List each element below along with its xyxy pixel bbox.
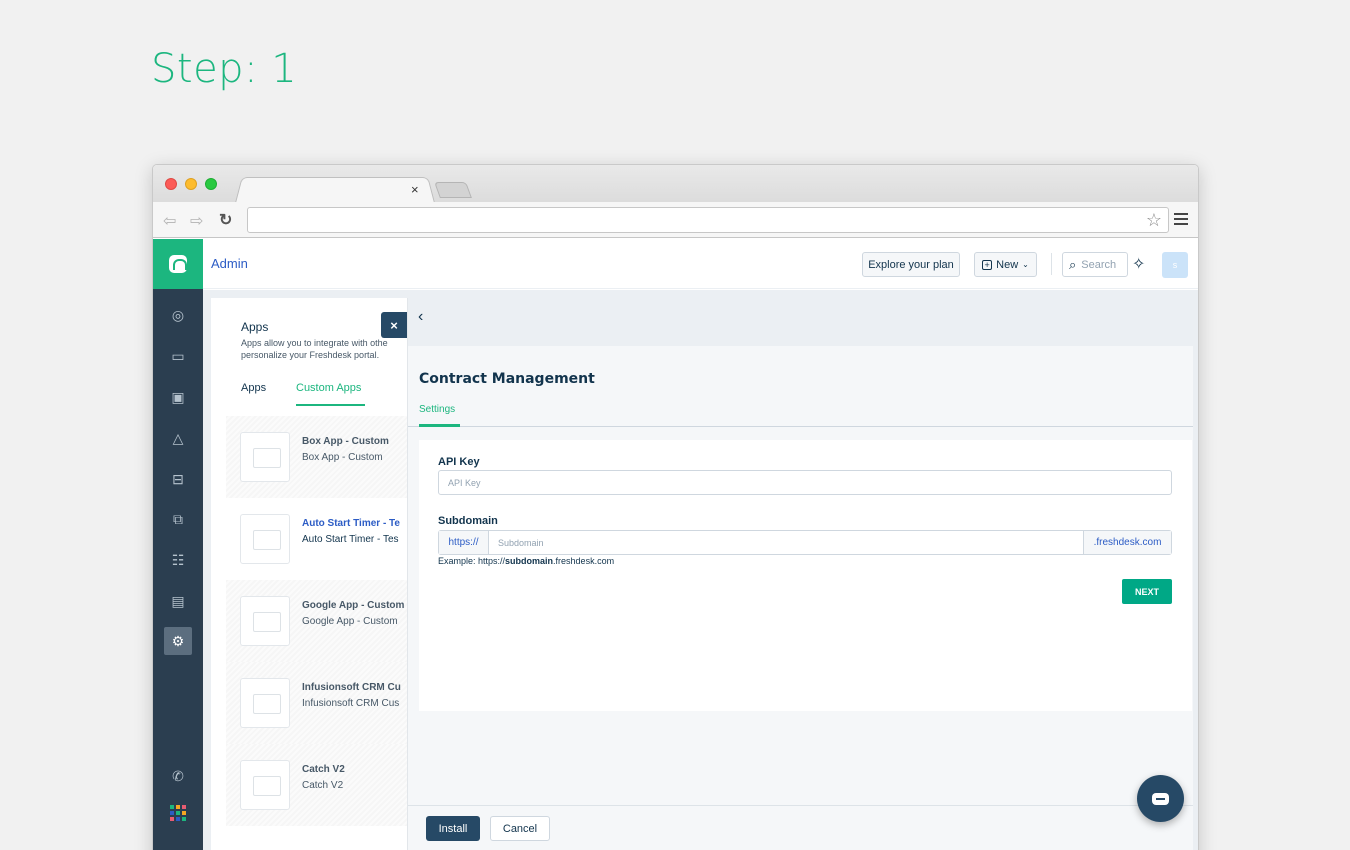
tab-custom-apps[interactable]: Custom Apps xyxy=(296,382,361,394)
subdomain-suffix: .freshdesk.com xyxy=(1083,531,1171,554)
step-title: Step: 1 xyxy=(151,46,298,92)
settings-form: API Key API Key Subdomain https:// Subdo… xyxy=(419,440,1192,711)
app-thumbnail-icon xyxy=(240,514,290,564)
search-icon: ⌕ xyxy=(1069,256,1077,272)
address-bar[interactable]: ☆ xyxy=(247,207,1169,233)
api-key-label: API Key xyxy=(438,456,480,468)
contacts-icon[interactable]: ▣ xyxy=(153,383,203,411)
list-item[interactable]: Catch V2 Catch V2 xyxy=(226,744,411,826)
app-subtitle: Infusionsoft CRM Cus xyxy=(302,698,400,709)
new-button-label: New xyxy=(996,258,1019,271)
subdomain-label: Subdomain xyxy=(438,515,498,527)
subdomain-prefix: https:// xyxy=(439,531,489,554)
browser-window: × ⇦ ⇨ ↻ ☆ ◎ ▭ ▣ △ ⊟ ⧉ ☷ ▤ ⚙ ✆ Admin Explore your … xyxy=(152,164,1199,850)
list-item[interactable]: Box App - Custom Box App - Custom xyxy=(226,416,411,498)
close-drawer-button[interactable]: × xyxy=(381,312,407,338)
example-prefix: Example: https:// xyxy=(438,556,506,566)
active-tab-indicator xyxy=(296,404,365,406)
solutions-book-icon[interactable]: ⊟ xyxy=(153,465,203,493)
chat-widget-button[interactable] xyxy=(1137,775,1184,822)
app-settings-drawer: ‹ Contract Management Settings API Key A… xyxy=(407,298,1193,850)
tab-settings[interactable]: Settings xyxy=(419,404,455,415)
app-name: Infusionsoft CRM Cu xyxy=(302,682,401,693)
list-item[interactable]: Infusionsoft CRM Cu Infusionsoft CRM Cus xyxy=(226,662,411,744)
drawer-footer-divider xyxy=(408,805,1193,806)
api-key-input[interactable]: API Key xyxy=(438,470,1172,495)
browser-titlebar: × xyxy=(153,165,1198,203)
app-name: Catch V2 xyxy=(302,764,345,775)
apps-title: Apps xyxy=(241,320,269,334)
api-key-placeholder: API Key xyxy=(448,477,481,488)
app-subtitle: Google App - Custom xyxy=(302,616,398,627)
apps-panel: Apps Apps allow you to integrate with ot… xyxy=(211,298,411,850)
header: Admin Explore your plan + New ⌄ ⌕ Search… xyxy=(203,239,1198,289)
chat-icon xyxy=(1152,792,1169,805)
browser-menu-icon[interactable] xyxy=(1174,213,1188,228)
search-placeholder: Search xyxy=(1081,258,1117,271)
ticket-icon[interactable]: ▭ xyxy=(153,342,203,370)
header-divider xyxy=(1051,253,1052,275)
subdomain-example: Example: https://subdomain.freshdesk.com xyxy=(438,556,614,566)
freshdesk-app: ◎ ▭ ▣ △ ⊟ ⧉ ☷ ▤ ⚙ ✆ Admin Explore your plan + New… xyxy=(153,239,1198,850)
freddy-sparkle-icon[interactable]: ✧ xyxy=(1132,254,1145,274)
admin-gear-icon[interactable]: ⚙ xyxy=(153,627,203,655)
forums-icon[interactable]: ⧉ xyxy=(153,505,203,533)
new-button[interactable]: + New ⌄ xyxy=(974,252,1037,277)
chevron-down-icon: ⌄ xyxy=(1022,260,1029,269)
apps-grid-icon[interactable] xyxy=(153,799,203,827)
app-thumbnail-icon xyxy=(240,432,290,482)
app-name: Auto Start Timer - Te xyxy=(302,518,400,529)
sidebar: ◎ ▭ ▣ △ ⊟ ⧉ ☷ ▤ ⚙ ✆ xyxy=(153,239,203,850)
reload-icon[interactable]: ↻ xyxy=(219,210,232,230)
list-item[interactable]: Google App - Custom Google App - Custom xyxy=(226,580,411,662)
app-name: Box App - Custom xyxy=(302,436,389,447)
forward-arrow-icon[interactable]: ⇨ xyxy=(190,211,203,231)
plus-icon: + xyxy=(982,259,993,270)
freshdesk-logo-icon[interactable] xyxy=(153,239,203,289)
subdomain-field-group: https:// Subdomain .freshdesk.com xyxy=(438,530,1172,555)
app-thumbnail-icon xyxy=(240,760,290,810)
app-subtitle: Catch V2 xyxy=(302,780,344,791)
search-input[interactable]: ⌕ Search xyxy=(1062,252,1128,277)
dashboard-icon[interactable]: ◎ xyxy=(153,301,203,329)
new-tab-button[interactable] xyxy=(434,182,472,198)
explore-plan-button[interactable]: Explore your plan xyxy=(862,252,960,277)
browser-toolbar: ⇦ ⇨ ↻ ☆ xyxy=(153,202,1198,238)
drawer-topbar xyxy=(408,298,1193,346)
list-item[interactable]: Auto Start Timer - Te Auto Start Timer - … xyxy=(226,498,411,580)
app-name: Google App - Custom xyxy=(302,600,405,611)
subdomain-input[interactable]: Subdomain xyxy=(489,531,1083,554)
example-suffix: .freshdesk.com xyxy=(553,556,615,566)
subdomain-placeholder: Subdomain xyxy=(498,537,544,548)
network-icon[interactable]: △ xyxy=(153,424,203,452)
back-arrow-icon[interactable]: ⇦ xyxy=(163,211,176,231)
window-close-dot[interactable] xyxy=(165,178,177,190)
app-subtitle: Box App - Custom xyxy=(302,452,383,463)
tab-divider xyxy=(408,426,1193,427)
next-button[interactable]: NEXT xyxy=(1122,579,1172,604)
install-button[interactable]: Install xyxy=(426,816,480,841)
phone-icon[interactable]: ✆ xyxy=(153,762,203,790)
cancel-button[interactable]: Cancel xyxy=(490,816,550,841)
browser-tab[interactable] xyxy=(235,177,435,203)
tasks-icon[interactable]: ☷ xyxy=(153,546,203,574)
window-maximize-dot[interactable] xyxy=(205,178,217,190)
settings-tab-indicator xyxy=(419,424,460,427)
app-thumbnail-icon xyxy=(240,678,290,728)
reports-icon[interactable]: ▤ xyxy=(153,587,203,615)
page-title: Admin xyxy=(211,256,248,271)
avatar[interactable]: s xyxy=(1162,252,1188,278)
tab-apps[interactable]: Apps xyxy=(241,382,266,394)
apps-description: Apps allow you to integrate with othe pe… xyxy=(241,338,388,360)
app-subtitle: Auto Start Timer - Tes xyxy=(302,534,399,545)
tab-close-icon[interactable]: × xyxy=(411,182,419,197)
example-bold: subdomain xyxy=(505,556,554,566)
drawer-heading: Contract Management xyxy=(419,371,595,387)
back-chevron-icon[interactable]: ‹ xyxy=(418,308,423,326)
bookmark-star-icon[interactable]: ☆ xyxy=(1146,210,1162,231)
app-thumbnail-icon xyxy=(240,596,290,646)
window-minimize-dot[interactable] xyxy=(185,178,197,190)
